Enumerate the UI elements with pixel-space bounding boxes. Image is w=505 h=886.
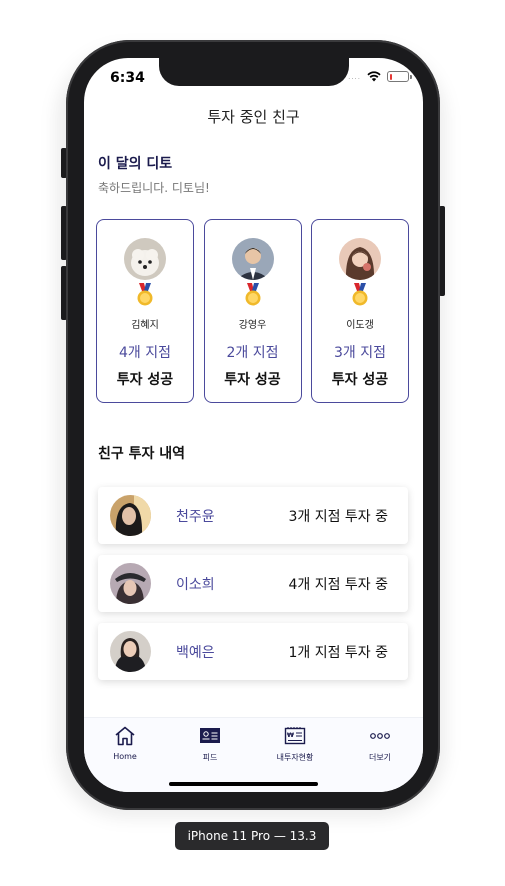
svg-text:₩: ₩ — [287, 731, 295, 739]
notch — [159, 58, 349, 86]
winner-name: 이도갱 — [346, 320, 374, 331]
status-time: 6:34 — [110, 70, 145, 86]
winner-name: 김혜지 — [131, 320, 159, 331]
page-title: 투자 중인 친구 — [207, 108, 300, 126]
signal-icon: .... — [348, 72, 361, 81]
friend-status: 4개 지점 투자 중 — [288, 576, 388, 593]
tab-label: 피드 — [202, 753, 218, 762]
feed-icon — [200, 728, 220, 743]
history-title: 친구 투자 내역 — [98, 446, 186, 462]
list-item[interactable]: 백예은 1개 지점 투자 중 — [98, 623, 408, 680]
winner-count: 4개 지점 — [119, 345, 171, 361]
home-icon — [115, 726, 135, 746]
avatar — [339, 238, 381, 280]
wifi-icon — [367, 71, 381, 82]
winner-name: 강영우 — [238, 320, 267, 331]
friend-status: 1개 지점 투자 중 — [288, 644, 388, 661]
tab-label: 내투자현황 — [276, 753, 314, 762]
tab-bar: Home 피드 ₩ 내투자현황 더보기 — [84, 717, 423, 792]
friend-name: 천주윤 — [176, 508, 215, 525]
avatar — [110, 631, 151, 672]
status-icons: .... — [348, 71, 412, 82]
tab-more[interactable]: 더보기 — [345, 726, 415, 763]
list-item[interactable]: 천주윤 3개 지점 투자 중 — [98, 487, 408, 544]
friend-list: 천주윤 3개 지점 투자 중 이소희 4개 지점 투자 중 백예은 1개 지점 … — [98, 487, 408, 691]
medal-icon — [137, 283, 153, 306]
battery-icon — [387, 71, 412, 82]
winner-result: 투자 성공 — [116, 372, 174, 388]
battery-level — [389, 73, 392, 80]
tab-label: Home — [113, 752, 137, 761]
app-screen: 6:34 .... 투자 중인 친구 이 달의 디토 축하드립니다. 디토님! — [84, 58, 423, 792]
winner-result: 투자 성공 — [331, 372, 389, 388]
winner-count: 2개 지점 — [226, 345, 279, 361]
winner-card[interactable]: 김혜지 4개 지점 투자 성공 — [96, 219, 194, 403]
tab-my-investments[interactable]: ₩ 내투자현황 — [260, 726, 330, 763]
friend-name: 이소희 — [176, 576, 215, 593]
avatar — [110, 563, 151, 604]
avatar — [231, 238, 274, 280]
monthly-title: 이 달의 디토 — [98, 156, 173, 172]
winner-card[interactable]: 이도갱 3개 지점 투자 성공 — [311, 219, 409, 403]
tab-feed[interactable]: 피드 — [175, 726, 245, 763]
tab-label: 더보기 — [368, 753, 392, 762]
medal-icon — [352, 283, 368, 306]
avatar — [124, 238, 166, 280]
home-indicator[interactable] — [169, 782, 318, 786]
avatar — [110, 495, 151, 536]
more-icon — [370, 733, 390, 739]
winner-card[interactable]: 강영우 2개 지점 투자 성공 — [203, 219, 302, 403]
ledger-icon: ₩ — [284, 727, 306, 745]
medal-icon — [245, 283, 260, 306]
winner-count: 3개 지점 — [334, 345, 386, 361]
simulator-label: iPhone 11 Pro — 13.3 — [175, 822, 329, 850]
list-item[interactable]: 이소희 4개 지점 투자 중 — [98, 555, 408, 612]
friend-status: 3개 지점 투자 중 — [288, 508, 388, 525]
monthly-subtitle: 축하드립니다. 디토님! — [98, 181, 210, 195]
tab-home[interactable]: Home — [90, 726, 160, 761]
winner-result: 투자 성공 — [224, 372, 281, 388]
friend-name: 백예은 — [176, 644, 215, 661]
monthly-cards: 김혜지 4개 지점 투자 성공 강영우 2개 지점 투자 성공 이도갱 3개 지… — [96, 219, 409, 403]
